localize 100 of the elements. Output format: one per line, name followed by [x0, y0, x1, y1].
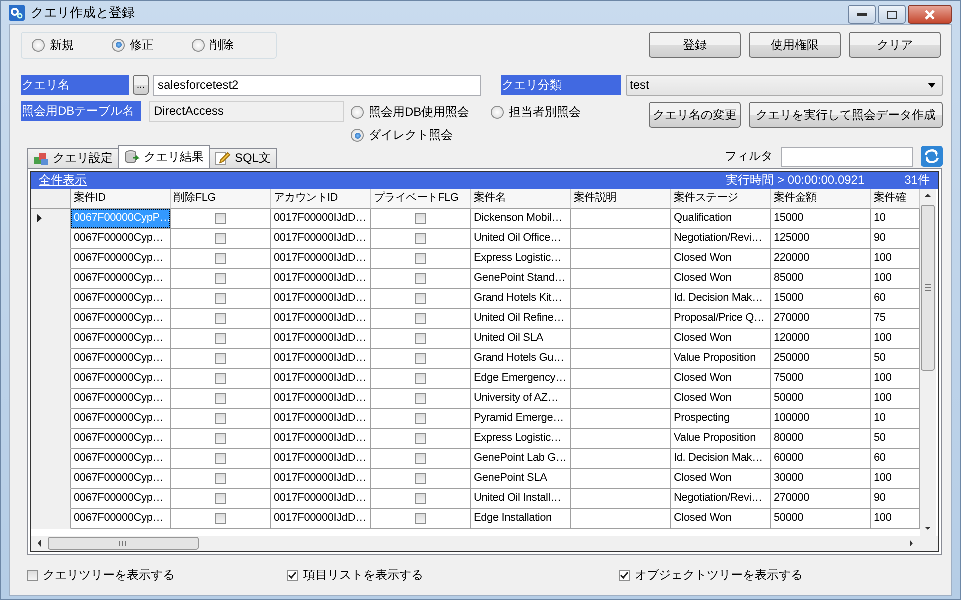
- table-cell[interactable]: 100000: [771, 409, 871, 429]
- refresh-icon[interactable]: [921, 146, 943, 167]
- cell-checkbox[interactable]: [215, 333, 226, 344]
- filter-field[interactable]: [781, 146, 913, 166]
- table-cell[interactable]: Closed Won: [671, 269, 771, 289]
- table-cell[interactable]: GenePoint Stand…: [471, 269, 571, 289]
- close-button[interactable]: [908, 5, 952, 24]
- cell-checkbox[interactable]: [215, 293, 226, 304]
- cell-checkbox[interactable]: [215, 353, 226, 364]
- table-cell[interactable]: 0067F00000Cyp…: [71, 309, 171, 329]
- empty-cell[interactable]: [571, 509, 671, 529]
- radio-button[interactable]: [491, 106, 504, 119]
- action-button[interactable]: クエリ名の変更: [649, 102, 741, 128]
- cell-checkbox[interactable]: [215, 453, 226, 464]
- category-dropdown[interactable]: test: [626, 74, 943, 96]
- table-cell[interactable]: 270000: [771, 309, 871, 329]
- cell-checkbox[interactable]: [415, 213, 426, 224]
- table-cell[interactable]: 0067F00000Cyp…: [71, 369, 171, 389]
- query-name-field[interactable]: salesforcetest2: [153, 74, 481, 96]
- table-cell[interactable]: 0067F00000Cyp…: [71, 329, 171, 349]
- table-cell[interactable]: 0017F00000IJdD…: [271, 329, 371, 349]
- column-header[interactable]: アカウントID: [271, 189, 371, 209]
- table-cell[interactable]: 250000: [771, 349, 871, 369]
- table-cell[interactable]: 75000: [771, 369, 871, 389]
- table-cell[interactable]: 15000: [771, 289, 871, 309]
- table-cell[interactable]: GenePoint SLA: [471, 469, 571, 489]
- table-cell[interactable]: GenePoint Lab G…: [471, 449, 571, 469]
- action-button[interactable]: クエリを実行して照会データ作成: [749, 102, 943, 128]
- cell-checkbox[interactable]: [415, 493, 426, 504]
- cell-checkbox[interactable]: [415, 433, 426, 444]
- table-cell[interactable]: 0067F00000Cyp…: [71, 349, 171, 369]
- empty-cell[interactable]: [571, 369, 671, 389]
- table-cell[interactable]: Express Logistic…: [471, 249, 571, 269]
- cell-checkbox[interactable]: [215, 253, 226, 264]
- table-cell[interactable]: Edge Installation: [471, 509, 571, 529]
- vertical-scrollbar[interactable]: [920, 189, 936, 536]
- empty-cell[interactable]: [571, 469, 671, 489]
- table-cell[interactable]: 0067F00000Cyp…: [71, 249, 171, 269]
- table-cell[interactable]: Closed Won: [671, 389, 771, 409]
- column-header[interactable]: 案件ID: [71, 189, 171, 209]
- cell-checkbox[interactable]: [215, 513, 226, 524]
- table-cell[interactable]: 0017F00000IJdD…: [271, 249, 371, 269]
- table-cell[interactable]: 0067F00000Cyp…: [71, 469, 171, 489]
- table-cell[interactable]: Closed Won: [671, 509, 771, 529]
- empty-cell[interactable]: [571, 389, 671, 409]
- radio-button[interactable]: [351, 129, 364, 142]
- cell-checkbox[interactable]: [415, 373, 426, 384]
- cell-checkbox[interactable]: [415, 413, 426, 424]
- table-cell[interactable]: 50000: [771, 509, 871, 529]
- cell-checkbox[interactable]: [215, 393, 226, 404]
- table-cell[interactable]: Edge Emergency…: [471, 369, 571, 389]
- checkbox[interactable]: [619, 570, 630, 580]
- table-cell[interactable]: Value Proposition: [671, 349, 771, 369]
- table-cell[interactable]: University of AZ…: [471, 389, 571, 409]
- cell-checkbox[interactable]: [215, 473, 226, 484]
- column-header[interactable]: 案件名: [471, 189, 571, 209]
- table-cell[interactable]: 85000: [771, 269, 871, 289]
- table-cell[interactable]: 0067F00000Cyp…: [71, 229, 171, 249]
- table-cell[interactable]: 15000: [771, 209, 871, 229]
- table-cell[interactable]: United Oil Refine…: [471, 309, 571, 329]
- cell-checkbox[interactable]: [215, 273, 226, 284]
- table-cell[interactable]: 80000: [771, 429, 871, 449]
- show-all-link[interactable]: 全件表示: [39, 172, 87, 189]
- table-cell[interactable]: Grand Hotels Kit…: [471, 289, 571, 309]
- table-cell[interactable]: Proposal/Price Q…: [671, 309, 771, 329]
- empty-cell[interactable]: [571, 349, 671, 369]
- cell-checkbox[interactable]: [415, 333, 426, 344]
- empty-cell[interactable]: [571, 209, 671, 229]
- table-cell[interactable]: Prospecting: [671, 409, 771, 429]
- tab[interactable]: クエリ結果: [118, 145, 210, 168]
- table-cell[interactable]: 60000: [771, 449, 871, 469]
- column-header[interactable]: プライベートFLG: [371, 189, 471, 209]
- column-header[interactable]: 案件金額: [771, 189, 871, 209]
- column-header[interactable]: 案件確: [871, 189, 920, 209]
- table-cell[interactable]: Id. Decision Mak…: [671, 289, 771, 309]
- table-cell[interactable]: 0017F00000IJdD…: [271, 389, 371, 409]
- table-cell[interactable]: Id. Decision Mak…: [671, 449, 771, 469]
- table-cell[interactable]: 0017F00000IJdD…: [271, 349, 371, 369]
- table-cell[interactable]: 0017F00000IJdD…: [271, 229, 371, 249]
- maximize-button[interactable]: [878, 5, 906, 24]
- cell-checkbox[interactable]: [415, 473, 426, 484]
- radio-button[interactable]: [112, 38, 125, 52]
- empty-cell[interactable]: [571, 249, 671, 269]
- table-cell[interactable]: 125000: [771, 229, 871, 249]
- table-cell[interactable]: 0017F00000IJdD…: [271, 469, 371, 489]
- checkbox[interactable]: [27, 570, 38, 580]
- cell-checkbox[interactable]: [215, 233, 226, 244]
- cell-checkbox[interactable]: [415, 293, 426, 304]
- browse-button[interactable]: ...: [133, 75, 149, 95]
- table-cell[interactable]: Qualification: [671, 209, 771, 229]
- table-cell[interactable]: 0067F00000Cyp…: [71, 429, 171, 449]
- table-cell[interactable]: 270000: [771, 489, 871, 509]
- empty-cell[interactable]: [571, 289, 671, 309]
- table-cell[interactable]: 0017F00000IJdD…: [271, 209, 371, 229]
- cell-checkbox[interactable]: [415, 353, 426, 364]
- horizontal-scrollbar[interactable]: [31, 536, 938, 551]
- table-cell[interactable]: 0067F00000Cyp…: [71, 409, 171, 429]
- action-button[interactable]: 登録: [649, 32, 741, 58]
- table-cell[interactable]: 0067F00000Cyp…: [71, 289, 171, 309]
- table-cell[interactable]: 0017F00000IJdD…: [271, 429, 371, 449]
